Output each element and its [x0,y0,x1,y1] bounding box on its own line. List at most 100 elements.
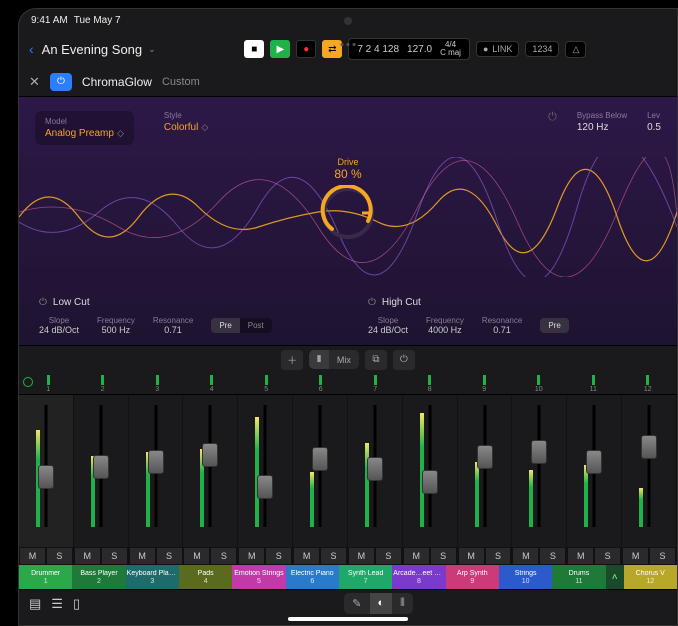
fader[interactable] [312,447,328,471]
back-button[interactable]: ‹ [29,41,34,57]
solo-button[interactable]: S [265,547,292,565]
track-label[interactable]: Drummer1 [19,565,72,589]
solo-button[interactable]: S [320,547,347,565]
solo-button[interactable]: S [210,547,237,565]
close-button[interactable]: ✕ [29,74,40,90]
lowcut-resonance[interactable]: Resonance0.71 [153,316,193,335]
track-label[interactable]: Strings10 [499,565,552,589]
fader[interactable] [641,435,657,459]
automation-icon[interactable]: ◐ [370,593,393,614]
mixer-icon[interactable]: ⫴ [392,593,413,614]
style-selector[interactable]: Style Colorful ◇ [164,111,208,133]
count-in-badge[interactable]: 1234 [525,41,559,57]
project-title[interactable]: An Evening Song [42,42,142,57]
fader[interactable] [38,465,54,489]
track-number[interactable]: 2 [76,373,131,394]
mute-button[interactable]: M [348,547,375,565]
track-number[interactable]: 8 [403,373,458,394]
plugin-preset[interactable]: Custom [162,76,200,88]
mute-button[interactable]: M [622,547,649,565]
track-number[interactable]: 10 [512,373,567,394]
solo-button[interactable]: S [649,547,676,565]
track-label[interactable]: Keyboard Player3 [126,565,179,589]
fader[interactable] [93,455,109,479]
multitask-dots[interactable] [341,43,356,46]
track-label[interactable]: Pads4 [179,565,232,589]
fader[interactable] [148,450,164,474]
fader[interactable] [257,475,273,499]
play-button[interactable]: ▶ [270,40,290,58]
fader[interactable] [531,440,547,464]
track-number[interactable]: 12 [621,373,676,394]
lowcut-frequency[interactable]: Frequency500 Hz [97,316,135,335]
library-icon[interactable]: ▤ [29,596,41,612]
power-button[interactable]: ⏻ [393,350,415,370]
solo-button[interactable]: S [375,547,402,565]
highcut-pre-post[interactable]: Pre [540,318,568,333]
solo-button[interactable]: S [594,547,621,565]
highcut-slope[interactable]: Slope24 dB/Oct [368,316,408,335]
bypass-param[interactable]: Bypass Below 120 Hz [577,111,627,133]
solo-button[interactable]: S [485,547,512,565]
track-number[interactable]: 6 [294,373,349,394]
highcut-power-icon[interactable]: ⏻ [368,297,376,308]
solo-button[interactable]: S [156,547,183,565]
track-number[interactable]: 7 [348,373,403,394]
highcut-resonance[interactable]: Resonance0.71 [482,316,522,335]
edit-icon[interactable]: ✎ [344,593,369,614]
faders-icon[interactable]: ⫴ [309,350,329,369]
lowcut-slope[interactable]: Slope24 dB/Oct [39,316,79,335]
record-button[interactable]: ● [296,40,316,58]
mute-button[interactable]: M [512,547,539,565]
lowcut-pre-post[interactable]: Pre Post [211,318,271,333]
mixer-view-toggle[interactable]: ⫴ Mix [309,350,359,369]
fader[interactable] [202,443,218,467]
track-label[interactable]: Chorus V12 [624,565,677,589]
bypass-power-icon[interactable]: ⏻ [548,111,557,124]
fader[interactable] [586,450,602,474]
model-selector[interactable]: Model Analog Preamp ◇ [35,111,134,145]
browser-icon[interactable]: ☰ [51,596,63,612]
expand-tracks-button[interactable]: ˄ [606,565,624,589]
solo-button[interactable]: S [430,547,457,565]
solo-button[interactable]: S [539,547,566,565]
mute-button[interactable]: M [238,547,265,565]
mute-button[interactable]: M [74,547,101,565]
track-label[interactable]: Drums11 [552,565,605,589]
highcut-frequency[interactable]: Frequency4000 Hz [426,316,464,335]
lowcut-power-icon[interactable]: ⏻ [39,297,47,308]
metronome-button[interactable]: △ [565,41,586,58]
solo-button[interactable]: S [46,547,73,565]
note-icon[interactable]: ▯ [73,596,80,612]
mute-button[interactable]: M [403,547,430,565]
lcd-display[interactable]: 7 2 4 128 127.0 4/4 C maj [348,38,470,60]
solo-button[interactable]: S [101,547,128,565]
track-number[interactable]: 11 [566,373,621,394]
fader[interactable] [367,457,383,481]
track-number[interactable]: 4 [185,373,240,394]
track-label[interactable]: Arp Synth9 [446,565,499,589]
track-label[interactable]: Bass Player2 [72,565,125,589]
track-label[interactable]: Arcade…eet Pad8 [392,565,445,589]
mute-button[interactable]: M [293,547,320,565]
fader[interactable] [422,470,438,494]
mute-button[interactable]: M [567,547,594,565]
mute-button[interactable]: M [458,547,485,565]
focus-button[interactable]: ⧉ [365,350,387,370]
view-mode-toggle[interactable]: ✎ ◐ ⫴ [344,593,413,614]
home-indicator[interactable] [288,617,408,621]
plugin-power-button[interactable]: ⏻ [50,73,72,91]
chevron-down-icon[interactable]: ⌄ [148,44,156,55]
fader[interactable] [477,445,493,469]
track-number[interactable]: 1 [21,373,76,394]
add-track-button[interactable]: ＋ [281,350,303,370]
track-number[interactable]: 9 [457,373,512,394]
mix-label[interactable]: Mix [329,351,359,369]
mute-button[interactable]: M [183,547,210,565]
cycle-button[interactable]: ⇄ [322,40,342,58]
track-number[interactable]: 3 [130,373,185,394]
level-param[interactable]: Lev 0.5 [647,111,661,133]
drive-knob[interactable]: Drive 80 % [293,157,403,241]
mute-button[interactable]: M [129,547,156,565]
link-badge[interactable]: ●LINK [476,41,519,57]
